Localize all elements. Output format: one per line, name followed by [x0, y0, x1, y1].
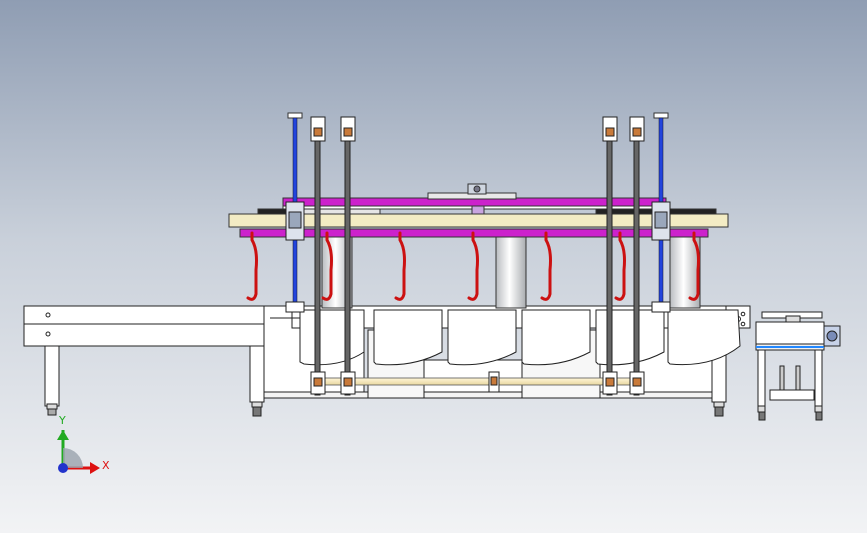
infeed-belt-lower — [23, 323, 291, 347]
axis-label-y: Y — [58, 414, 66, 427]
machine-drawing: Y X — [23, 112, 841, 474]
bag-pockets — [270, 309, 741, 366]
coordinate-triad — [57, 430, 100, 474]
infeed-leg — [44, 345, 60, 407]
screw-top-blocks — [310, 116, 645, 142]
lower-shaft — [317, 377, 641, 386]
cad-viewport[interactable]: Y X — [0, 0, 867, 533]
infeed-belt-upper — [23, 305, 291, 325]
axis-label-x: X — [102, 459, 110, 472]
cylinder-drums — [321, 235, 701, 309]
outfeed-unit — [755, 311, 841, 421]
